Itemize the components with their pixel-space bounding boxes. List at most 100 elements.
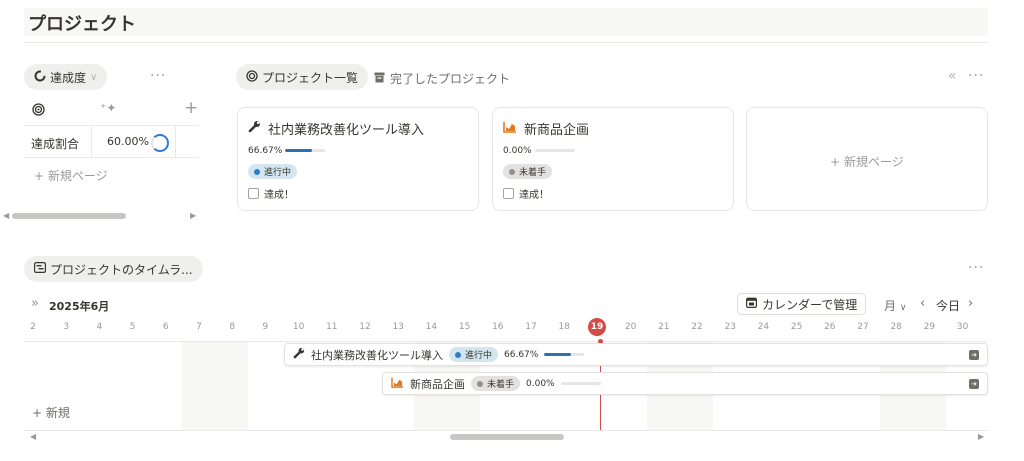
- timeline-item[interactable]: 社内業務改善化ツール導入 進行中 66.67% ➔: [284, 343, 988, 366]
- day-label: 11: [326, 322, 338, 332]
- header-band: [24, 8, 988, 36]
- view-tab-timeline[interactable]: プロジェクトのタイムラ...: [24, 256, 203, 282]
- day-label: 9: [262, 322, 269, 332]
- progress-label: 66.67%: [248, 146, 283, 156]
- chevron-down-icon: ∨: [90, 71, 98, 83]
- progress-bar: [560, 382, 601, 385]
- status-label: 進行中: [264, 168, 292, 178]
- expand-button[interactable]: »: [31, 296, 39, 311]
- day-label: 21: [658, 322, 670, 332]
- day-label: 28: [890, 322, 902, 332]
- day-label: 3: [63, 322, 70, 332]
- checkbox-icon[interactable]: [248, 188, 259, 199]
- done-checkbox[interactable]: 達成！: [248, 186, 294, 201]
- view-tab-achievement[interactable]: 達成度 ∨: [24, 64, 108, 90]
- status-dot: [477, 380, 483, 387]
- day-label: 27: [857, 322, 869, 332]
- project-card[interactable]: 新商品企画 0.00% 未着手 達成！: [492, 107, 734, 211]
- status-badge: 未着手: [503, 164, 553, 179]
- checkbox-icon[interactable]: [503, 188, 514, 199]
- collapse-button[interactable]: «: [948, 68, 957, 84]
- sparkle-icon[interactable]: ⁺✦: [100, 101, 116, 115]
- table-divider: [24, 157, 199, 158]
- status-badge: 進行中: [248, 164, 298, 179]
- more-options-button[interactable]: ···: [968, 68, 984, 84]
- next-button[interactable]: ›: [968, 296, 973, 311]
- done-checkbox[interactable]: 達成！: [503, 186, 549, 201]
- today-button[interactable]: 今日: [936, 297, 960, 314]
- open-page-icon[interactable]: ➔: [969, 379, 979, 389]
- new-page-card[interactable]: + 新規ページ: [746, 107, 988, 211]
- day-label: 23: [724, 322, 736, 332]
- day-label: 20: [624, 322, 637, 332]
- day-label: 24: [757, 322, 770, 332]
- new-page-button[interactable]: + 新規ページ: [34, 167, 108, 184]
- timeline-divider: [24, 341, 988, 342]
- timeline-bottom-divider: [24, 430, 988, 431]
- column-divider: [175, 125, 176, 157]
- new-item-button[interactable]: + 新規: [32, 404, 70, 421]
- status-label: 未着手: [519, 168, 547, 178]
- divider: [24, 42, 988, 43]
- row-value: 60.00%: [107, 135, 149, 148]
- more-options-button[interactable]: ···: [150, 68, 166, 84]
- timeline-item-title: 社内業務改善化ツール導入: [311, 348, 443, 362]
- day-label: 18: [558, 322, 570, 332]
- scroll-left-icon[interactable]: ◀: [3, 211, 9, 220]
- view-tab-label: 達成度: [50, 70, 87, 85]
- open-page-icon[interactable]: ➔: [969, 350, 979, 360]
- checkbox-label: 達成！: [264, 190, 294, 201]
- horizontal-scrollbar[interactable]: [12, 213, 126, 219]
- day-label: 16: [492, 322, 504, 332]
- status-label: 進行中: [465, 351, 493, 361]
- progress-label: 0.00%: [526, 378, 555, 389]
- progress-ring: [151, 134, 169, 152]
- day-label: 6: [162, 322, 169, 332]
- progress-bar: [535, 149, 575, 152]
- calendar-manage-button[interactable]: カレンダーで管理: [737, 293, 867, 315]
- day-label: 5: [129, 322, 136, 332]
- status-label: 未着手: [487, 380, 515, 390]
- card-title-row: 新商品企画: [503, 119, 589, 138]
- progress-bar: [285, 149, 325, 152]
- view-tab-project-list[interactable]: プロジェクト一覧: [236, 64, 369, 90]
- day-label: 29: [923, 322, 936, 332]
- day-label: 17: [525, 322, 537, 332]
- target-icon: [32, 103, 45, 119]
- status-dot: [509, 168, 515, 175]
- today-marker: 19: [588, 318, 606, 336]
- scale-select[interactable]: 月 ∨: [884, 297, 906, 314]
- gauge-icon: [34, 70, 46, 85]
- timeline-item[interactable]: 新商品企画 未着手 0.00% ➔: [382, 372, 988, 395]
- scale-label: 月: [884, 299, 897, 313]
- card-title: 新商品企画: [524, 123, 590, 138]
- progress-label: 66.67%: [504, 349, 539, 360]
- day-label: 26: [824, 322, 836, 332]
- status-badge: 未着手: [471, 376, 521, 391]
- card-title-row: 社内業務改善化ツール導入: [248, 119, 424, 138]
- day-label: 4: [96, 322, 103, 332]
- row-label[interactable]: 達成割合: [31, 135, 79, 152]
- horizontal-scrollbar[interactable]: [450, 434, 564, 440]
- scroll-right-icon[interactable]: ▶: [978, 432, 984, 441]
- day-label: 14: [425, 322, 438, 332]
- chevron-down-icon: ∨: [899, 303, 907, 313]
- day-label: 25: [790, 322, 803, 332]
- wrench-icon: [248, 120, 261, 137]
- project-card[interactable]: 社内業務改善化ツール導入 66.67% 進行中 達成！: [237, 107, 479, 211]
- prev-button[interactable]: ‹: [920, 296, 925, 311]
- more-options-button[interactable]: ···: [968, 260, 984, 276]
- scroll-right-icon[interactable]: ▶: [190, 211, 196, 220]
- calendar-button-label: カレンダーで管理: [762, 297, 858, 312]
- day-label: 13: [392, 322, 404, 332]
- add-property-button[interactable]: +: [184, 98, 198, 118]
- target-icon: [246, 69, 258, 85]
- new-page-button[interactable]: + 新規ページ: [747, 153, 987, 170]
- progress-bar: [544, 353, 585, 356]
- day-label: 8: [229, 322, 236, 332]
- view-tab-label: プロジェクト一覧: [262, 70, 359, 85]
- day-label: 22: [691, 322, 703, 332]
- status-dot: [455, 351, 461, 358]
- scroll-left-icon[interactable]: ◀: [30, 432, 36, 441]
- view-tab-completed[interactable]: 完了したプロジェクト: [374, 70, 510, 87]
